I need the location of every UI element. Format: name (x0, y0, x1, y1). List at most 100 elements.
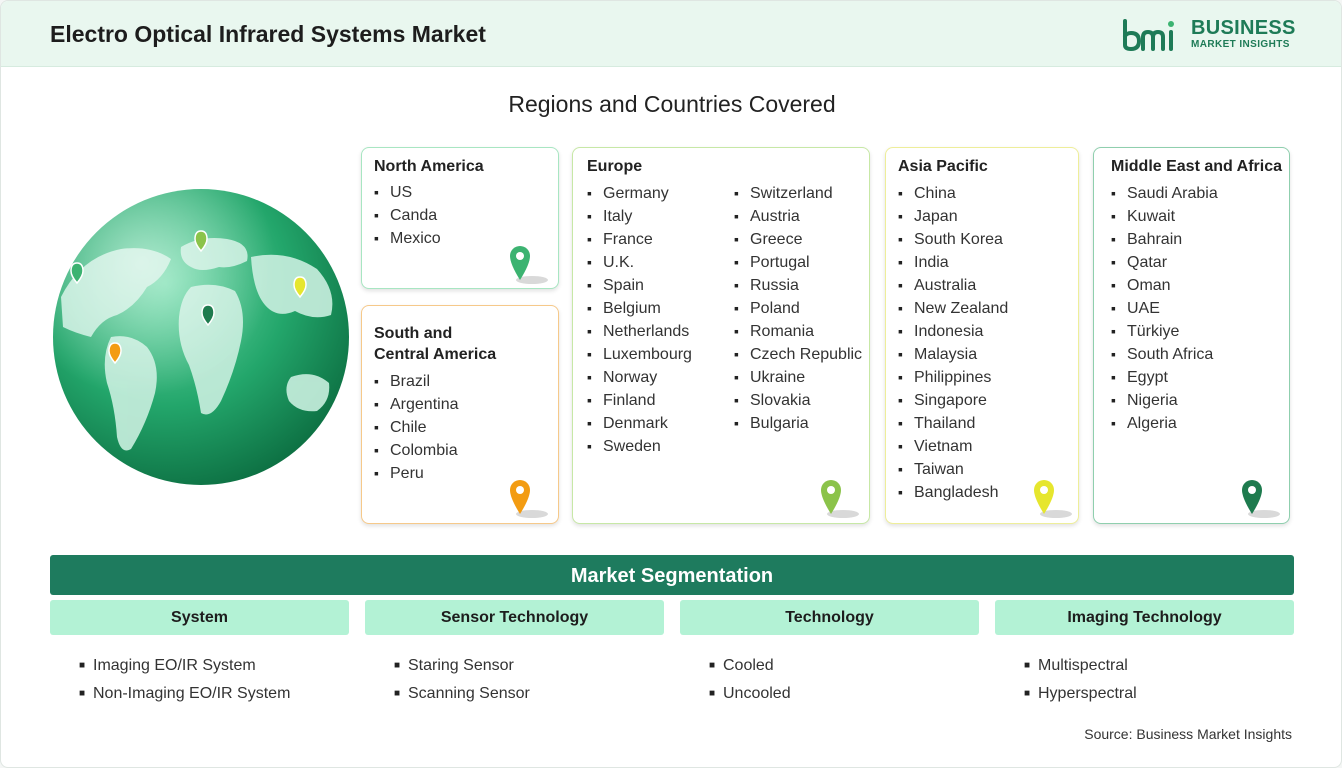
list-item: Türkiye (1111, 320, 1218, 343)
list-item: Netherlands (587, 320, 692, 343)
map-pin-icon (510, 480, 548, 518)
list-item: Uncooled (709, 680, 791, 708)
list-item: Slovakia (734, 389, 862, 412)
region-title: North America (374, 158, 484, 175)
list-item: Cooled (709, 652, 791, 680)
list-item: South Korea (898, 228, 1008, 251)
list-item: Qatar (1111, 251, 1218, 274)
list-item: Imaging EO/IR System (79, 652, 290, 680)
segment-list-technology: Cooled Uncooled (709, 652, 791, 708)
region-card-south-central-america: South and Central America Brazil Argenti… (361, 305, 559, 524)
list-item: Oman (1111, 274, 1218, 297)
page: Electro Optical Infrared Systems Market … (0, 0, 1342, 768)
logo-brand-top: BUSINESS (1191, 17, 1296, 39)
region-card-middle-east-africa: Middle East and Africa Saudi ArabiaKuwai… (1093, 147, 1290, 524)
list-item: Canda (374, 204, 441, 227)
section-title: Regions and Countries Covered (508, 91, 836, 117)
map-pin-icon (510, 246, 548, 284)
list-item: Bangladesh (898, 481, 1008, 504)
list-item: Ukraine (734, 366, 862, 389)
country-list: US Canda Mexico (374, 181, 441, 250)
list-item: New Zealand (898, 297, 1008, 320)
bmi-logo-icon (1123, 19, 1174, 52)
list-item: Luxembourg (587, 343, 692, 366)
list-item: Norway (587, 366, 692, 389)
list-item: US (374, 181, 441, 204)
map-pin-icon (1034, 480, 1072, 518)
segment-header-sensor-technology: Sensor Technology (365, 600, 664, 635)
segment-header-imaging-technology: Imaging Technology (995, 600, 1294, 635)
list-item: Poland (734, 297, 862, 320)
list-item: Czech Republic (734, 343, 862, 366)
list-item: Singapore (898, 389, 1008, 412)
list-item: France (587, 228, 692, 251)
list-item: Portugal (734, 251, 862, 274)
list-item: Saudi Arabia (1111, 182, 1218, 205)
list-item: Thailand (898, 412, 1008, 435)
page-title: Electro Optical Infrared Systems Market (50, 21, 486, 47)
region-title: Europe (587, 158, 643, 175)
segmentation-banner: Market Segmentation (50, 555, 1294, 595)
list-item: Argentina (374, 393, 459, 416)
list-item: Switzerland (734, 182, 862, 205)
list-item: Spain (587, 274, 692, 297)
list-item: Staring Sensor (394, 652, 530, 680)
region-title-line1: South and (374, 325, 453, 342)
list-item: Japan (898, 205, 1008, 228)
segment-header-system: System (50, 600, 349, 635)
list-item: UAE (1111, 297, 1218, 320)
list-item: South Africa (1111, 343, 1218, 366)
list-item: Indonesia (898, 320, 1008, 343)
list-item: Chile (374, 416, 459, 439)
segment-list-system: Imaging EO/IR System Non-Imaging EO/IR S… (79, 652, 290, 708)
segment-header-technology: Technology (680, 600, 979, 635)
list-item: China (898, 182, 1008, 205)
region-title: Middle East and Africa (1111, 158, 1282, 175)
list-item: Scanning Sensor (394, 680, 530, 708)
list-item: Finland (587, 389, 692, 412)
list-item: Bahrain (1111, 228, 1218, 251)
region-title: Asia Pacific (898, 158, 988, 175)
list-item: Greece (734, 228, 862, 251)
bmi-logo: BUSINESS MARKET INSIGHTS (1121, 15, 1301, 55)
list-item: Egypt (1111, 366, 1218, 389)
list-item: Sweden (587, 435, 692, 458)
list-item: Peru (374, 462, 459, 485)
list-item: Romania (734, 320, 862, 343)
region-card-asia-pacific: Asia Pacific ChinaJapanSouth KoreaIndiaA… (885, 147, 1079, 524)
country-list: Saudi ArabiaKuwaitBahrainQatarOmanUAETür… (1111, 182, 1218, 435)
list-item: Russia (734, 274, 862, 297)
list-item: Algeria (1111, 412, 1218, 435)
list-item: U.K. (587, 251, 692, 274)
logo-brand-bottom: MARKET INSIGHTS (1191, 39, 1290, 50)
header-bar: Electro Optical Infrared Systems Market … (1, 1, 1341, 67)
source-note: Source: Business Market Insights (1084, 726, 1292, 742)
list-item: India (898, 251, 1008, 274)
country-list-col1: GermanyItalyFranceU.K.SpainBelgiumNether… (587, 182, 692, 458)
list-item: Nigeria (1111, 389, 1218, 412)
list-item: Bulgaria (734, 412, 862, 435)
list-item: Multispectral (1024, 652, 1137, 680)
list-item: Kuwait (1111, 205, 1218, 228)
list-item: Italy (587, 205, 692, 228)
map-pin-icon (821, 480, 859, 518)
segment-list-imaging-technology: Multispectral Hyperspectral (1024, 652, 1137, 708)
list-item: Mexico (374, 227, 441, 250)
list-item: Germany (587, 182, 692, 205)
map-pin-icon (1242, 480, 1280, 518)
country-list-col2: SwitzerlandAustriaGreecePortugalRussiaPo… (734, 182, 862, 435)
list-item: Philippines (898, 366, 1008, 389)
list-item: Brazil (374, 370, 459, 393)
country-list: ChinaJapanSouth KoreaIndiaAustraliaNew Z… (898, 182, 1008, 504)
list-item: Malaysia (898, 343, 1008, 366)
region-card-europe: Europe GermanyItalyFranceU.K.SpainBelgiu… (572, 147, 870, 524)
list-item: Australia (898, 274, 1008, 297)
list-item: Belgium (587, 297, 692, 320)
list-item: Hyperspectral (1024, 680, 1137, 708)
globe-illustration (53, 189, 349, 485)
region-card-north-america: North America US Canda Mexico (361, 147, 559, 289)
list-item: Colombia (374, 439, 459, 462)
region-title: South and Central America (374, 323, 496, 365)
list-item: Taiwan (898, 458, 1008, 481)
region-title-line2: Central America (374, 346, 497, 363)
